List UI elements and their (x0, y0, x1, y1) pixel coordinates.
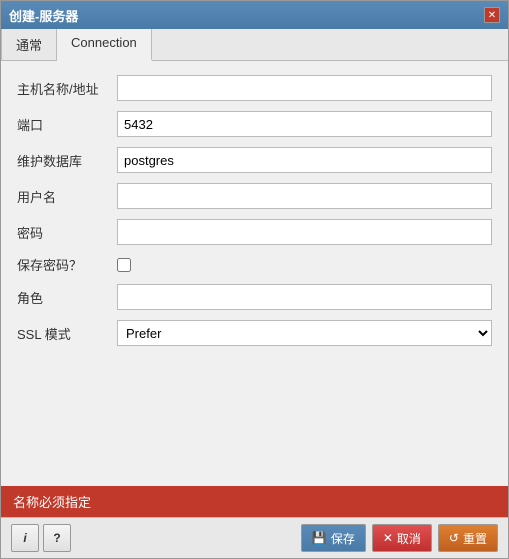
status-bar: 名称必须指定 (1, 486, 508, 517)
save-label: 保存 (331, 530, 355, 547)
input-role[interactable] (117, 284, 492, 310)
reset-button[interactable]: ↺ 重置 (438, 524, 498, 552)
reset-icon: ↺ (449, 531, 459, 545)
tab-bar: 通常 Connection (1, 29, 508, 61)
label-hostname: 主机名称/地址 (17, 79, 117, 98)
tab-connection[interactable]: Connection (57, 29, 152, 61)
label-sslmode: SSL 模式 (17, 324, 117, 343)
label-password: 密码 (17, 223, 117, 242)
field-row-username: 用户名 (17, 183, 492, 209)
input-password[interactable] (117, 219, 492, 245)
help-button[interactable]: ? (43, 524, 71, 552)
checkbox-wrapper-savepassword (117, 258, 131, 272)
close-button[interactable]: ✕ (484, 7, 500, 23)
field-row-port: 端口 (17, 111, 492, 137)
required-label-password: 密码 (17, 226, 43, 241)
cancel-button[interactable]: ✕ 取消 (372, 524, 432, 552)
input-hostname[interactable] (117, 75, 492, 101)
checkbox-savepassword[interactable] (117, 258, 131, 272)
cancel-icon: ✕ (383, 531, 393, 545)
required-label-username: 用户名 (17, 190, 56, 205)
reset-label: 重置 (463, 530, 487, 547)
required-label-hostname: 主机名称/地址 (17, 82, 99, 97)
button-group-right: 💾 保存 ✕ 取消 ↺ 重置 (301, 524, 498, 552)
save-icon: 💾 (312, 531, 327, 545)
select-sslmode[interactable]: Allow Disable Prefer Require Verify-CA V… (117, 320, 492, 346)
field-row-maindb: 维护数据库 (17, 147, 492, 173)
dialog-window: 创建-服务器 ✕ 通常 Connection 主机名称/地址 端口 维护数据库 (0, 0, 509, 559)
label-port: 端口 (17, 115, 117, 134)
label-username: 用户名 (17, 187, 117, 206)
button-group-left: i ? (11, 524, 71, 552)
save-button[interactable]: 💾 保存 (301, 524, 366, 552)
form-area: 主机名称/地址 端口 维护数据库 用户名 密码 (1, 61, 508, 486)
info-button[interactable]: i (11, 524, 39, 552)
status-message: 名称必须指定 (13, 495, 91, 510)
label-maindb: 维护数据库 (17, 151, 117, 170)
label-role: 角色 (17, 288, 117, 307)
field-row-savepassword: 保存密码？ (17, 255, 492, 274)
tab-general[interactable]: 通常 (1, 29, 57, 60)
cancel-label: 取消 (397, 530, 421, 547)
input-username[interactable] (117, 183, 492, 209)
field-row-role: 角色 (17, 284, 492, 310)
window-title: 创建-服务器 (9, 6, 78, 25)
input-maindb[interactable] (117, 147, 492, 173)
input-port[interactable] (117, 111, 492, 137)
field-row-hostname: 主机名称/地址 (17, 75, 492, 101)
field-row-sslmode: SSL 模式 Allow Disable Prefer Require Veri… (17, 320, 492, 346)
field-row-password: 密码 (17, 219, 492, 245)
title-bar: 创建-服务器 ✕ (1, 1, 508, 29)
button-bar: i ? 💾 保存 ✕ 取消 ↺ 重置 (1, 517, 508, 558)
label-savepassword: 保存密码？ (17, 255, 117, 274)
